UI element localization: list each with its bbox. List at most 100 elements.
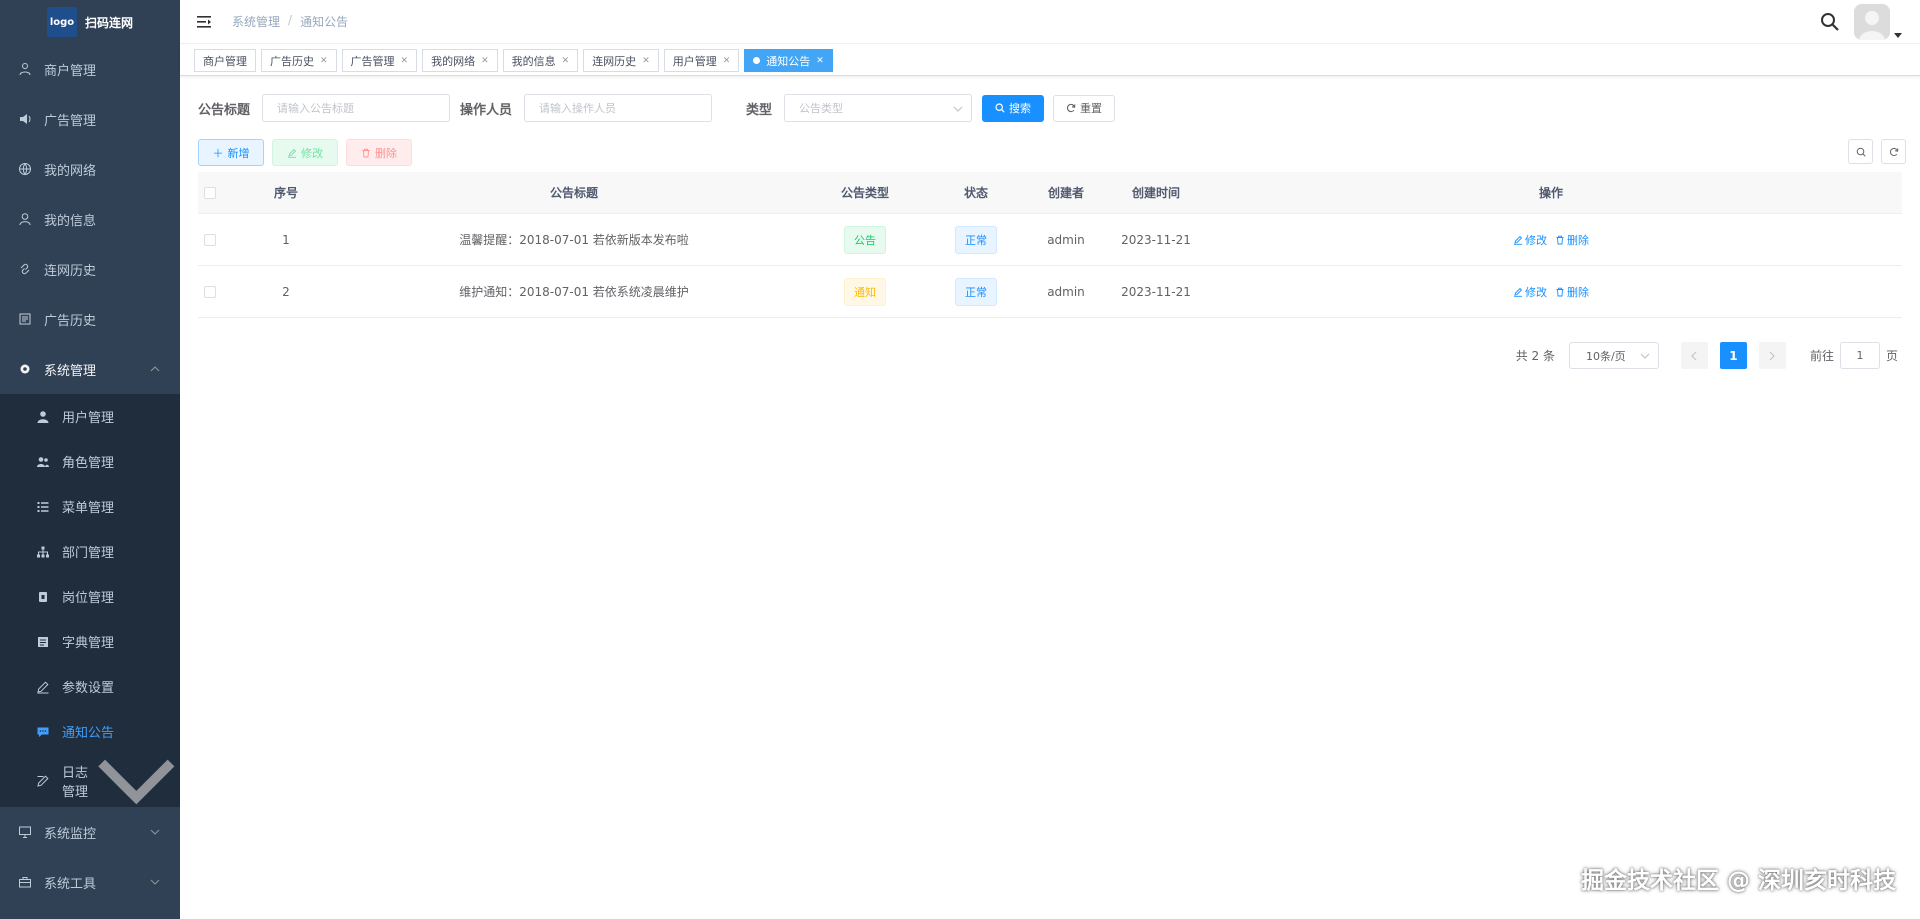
submenu-item[interactable]: 用户管理 xyxy=(0,394,180,439)
goto-label: 前往 xyxy=(1809,349,1834,363)
breadcrumb-separator: / xyxy=(288,13,293,27)
chevron-up-icon xyxy=(150,366,160,372)
tab-tag[interactable]: 我的信息 ✕ xyxy=(502,49,579,72)
header-title: 公告标题 xyxy=(549,186,598,200)
page-number-button[interactable]: 1 xyxy=(1719,342,1747,369)
refresh-button[interactable] xyxy=(1881,139,1906,164)
sidebar-item-label: 连网历史 xyxy=(44,263,97,279)
monitor-icon xyxy=(19,826,31,838)
tab-tag-label: 我的网络 xyxy=(431,54,476,68)
submenu-item-label: 菜单管理 xyxy=(62,501,115,516)
submenu-item-label: 用户管理 xyxy=(62,411,115,426)
row-delete-link[interactable]: 删除 xyxy=(1555,232,1589,248)
row-delete-link[interactable]: 删除 xyxy=(1555,284,1589,300)
prev-page-button[interactable] xyxy=(1680,342,1708,369)
next-page-button[interactable] xyxy=(1758,342,1786,369)
select-all-checkbox[interactable] xyxy=(204,186,216,199)
chevron-down-icon xyxy=(150,879,160,885)
sidebar-item[interactable]: 系统管理 xyxy=(0,344,180,394)
sidebar-item[interactable]: 我的网络 xyxy=(0,144,180,194)
title-label: 公告标题 xyxy=(198,102,251,118)
delete-button-label: 删除 xyxy=(375,146,397,160)
reset-button[interactable]: 重置 xyxy=(1053,94,1116,122)
refresh-icon xyxy=(1889,147,1898,156)
tab-tag[interactable]: 广告管理 ✕ xyxy=(341,49,418,72)
tab-tag[interactable]: 连网历史 ✕ xyxy=(583,49,659,72)
sidebar-item[interactable]: 商户管理 xyxy=(0,44,180,94)
sidebar-item[interactable]: 系统工具 xyxy=(0,857,180,907)
trash-icon xyxy=(1556,235,1564,244)
add-button[interactable]: ＋ 新增 xyxy=(198,139,264,166)
hamburger-icon[interactable] xyxy=(196,14,212,30)
goto-page-input[interactable]: 1 xyxy=(1839,342,1880,369)
row-edit-link[interactable]: 修改 xyxy=(1513,284,1547,300)
trash-icon xyxy=(362,148,370,157)
page-size-select[interactable]: 10条/页 xyxy=(1568,342,1659,369)
tab-tag[interactable]: 广告历史 ✕ xyxy=(261,49,337,72)
close-icon[interactable]: ✕ xyxy=(481,56,489,66)
row-edit-link[interactable]: 修改 xyxy=(1513,232,1547,248)
search-button-label: 搜索 xyxy=(1009,102,1032,115)
submenu-item[interactable]: 字典管理 xyxy=(0,619,180,664)
search-icon[interactable] xyxy=(1820,12,1840,32)
submenu-item-label: 角色管理 xyxy=(62,456,115,471)
sidebar-item-icon xyxy=(18,162,32,176)
breadcrumb-current: 通知公告 xyxy=(300,15,349,29)
merchant-icon xyxy=(19,63,31,76)
main-content: 公告标题 请输入公告标题 操作人员 请输入操作人员 类型 公告类型 搜索 重置 … xyxy=(180,77,1920,919)
sidebar-item-icon xyxy=(18,312,32,326)
caret-down-icon[interactable] xyxy=(1894,31,1902,39)
delete-button[interactable]: 删除 xyxy=(346,139,412,166)
list-icon xyxy=(19,313,31,325)
logo-image: logo xyxy=(46,7,77,37)
row-edit-label: 修改 xyxy=(1525,285,1547,299)
breadcrumb-item[interactable]: 系统管理 xyxy=(232,13,280,30)
sidebar-item-icon xyxy=(18,262,32,276)
close-icon[interactable]: ✕ xyxy=(723,56,731,66)
sidebar-item-label: 我的信息 xyxy=(44,213,97,229)
submenu-item-icon xyxy=(36,410,50,424)
submenu-item[interactable]: 部门管理 xyxy=(0,529,180,574)
close-icon[interactable]: ✕ xyxy=(642,56,650,66)
close-icon[interactable]: ✕ xyxy=(401,56,409,66)
tab-tag-label: 广告历史 xyxy=(270,54,314,68)
status-badge: 正常 xyxy=(955,277,997,306)
search-button[interactable]: 搜索 xyxy=(982,94,1045,122)
submenu-item[interactable]: 角色管理 xyxy=(0,439,180,484)
sidebar-item[interactable]: 广告历史 xyxy=(0,294,180,344)
close-icon[interactable]: ✕ xyxy=(320,56,328,66)
close-icon[interactable]: ✕ xyxy=(562,56,570,66)
sidebar-item[interactable]: 系统监控 xyxy=(0,807,180,857)
trash-icon xyxy=(1556,287,1564,296)
logo-area[interactable]: logo 扫码连网 xyxy=(0,0,180,44)
toggle-search-button[interactable] xyxy=(1848,139,1873,164)
sidebar-item-label: 广告历史 xyxy=(44,313,97,329)
row-checkbox[interactable] xyxy=(204,233,216,246)
tab-tag[interactable]: 商户管理 xyxy=(194,49,256,72)
edit-button[interactable]: 修改 xyxy=(272,139,338,166)
operator-input[interactable]: 请输入操作人员 xyxy=(524,94,713,122)
sidebar-item[interactable]: 我的信息 xyxy=(0,194,180,244)
tab-tag[interactable]: 我的网络 ✕ xyxy=(422,49,498,72)
submenu-item[interactable]: 岗位管理 xyxy=(0,574,180,619)
notice-table: 序号 公告标题 公告类型 状态 创建者 创建时间 操作 1 温馨提醒：2018-0… xyxy=(198,172,1902,318)
submenu-item[interactable]: 菜单管理 xyxy=(0,484,180,529)
header-index: 序号 xyxy=(273,186,298,200)
type-select[interactable]: 公告类型 xyxy=(784,94,973,122)
title-input[interactable]: 请输入公告标题 xyxy=(262,94,451,122)
avatar[interactable] xyxy=(1854,4,1890,40)
tab-tag-label: 连网历史 xyxy=(592,54,637,68)
tab-tag[interactable]: 通知公告 ✕ xyxy=(744,49,833,72)
table-header: 序号 公告标题 公告类型 状态 创建者 创建时间 操作 xyxy=(198,172,1902,214)
sidebar-item[interactable]: 连网历史 xyxy=(0,244,180,294)
cell-creator: admin xyxy=(1047,284,1085,299)
row-checkbox[interactable] xyxy=(204,285,216,298)
tab-tag[interactable]: 用户管理 ✕ xyxy=(663,49,740,72)
submenu-item[interactable]: 日志管理 xyxy=(0,754,180,807)
tab-tag-label: 广告管理 xyxy=(350,54,395,68)
search-icon xyxy=(995,103,1005,113)
sidebar-item-icon xyxy=(18,212,32,226)
sidebar-item[interactable]: 广告管理 xyxy=(0,94,180,144)
close-icon[interactable]: ✕ xyxy=(816,56,824,66)
submenu-item[interactable]: 参数设置 xyxy=(0,664,180,709)
